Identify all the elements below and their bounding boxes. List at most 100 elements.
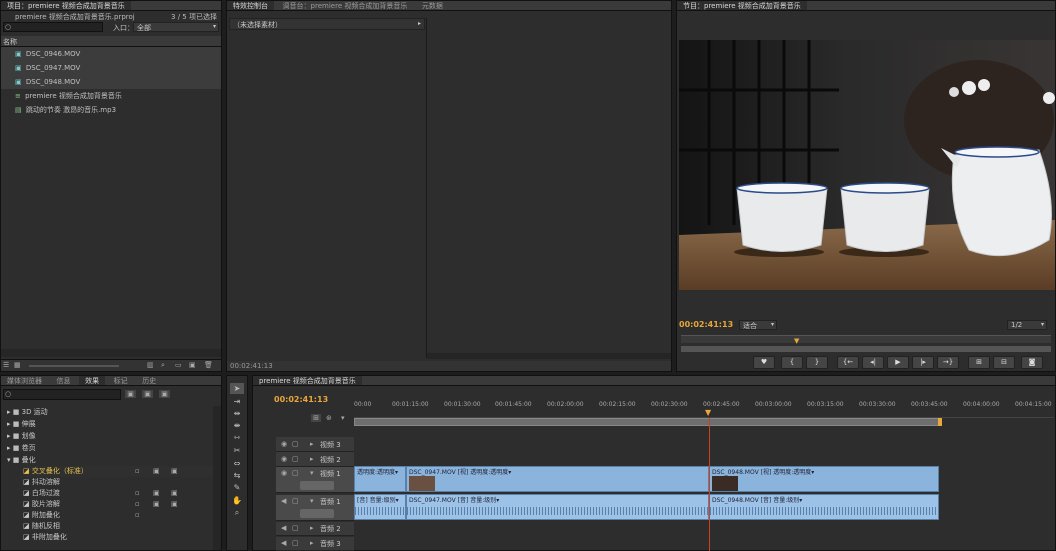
list-item[interactable]: ▣ DSC_0947.MOV [1,61,221,75]
effect-item[interactable]: ◪ 交叉叠化（标准） [23,466,221,477]
resolution-dropdown[interactable]: 1/2 ▾ [1007,320,1047,330]
lock-icon[interactable]: ▢ [292,455,299,463]
video-clip[interactable]: DSC_0947.MOV [视] 透明度:透明度▾ [406,466,709,492]
selection-tool-icon[interactable]: ➤ [230,383,244,394]
list-item[interactable]: ≡ premiere 视频合成加背景音乐 [1,89,221,103]
trash-icon[interactable]: 🗑 [204,361,213,369]
track-header-a3[interactable]: ◀ ▢ ▸ 音频 3 [276,537,354,551]
automate-icon[interactable]: ▥ [147,361,154,369]
timeline-ruler[interactable]: 00:00 00:01:15:00 00:01:30:00 00:01:45:0… [354,398,1054,418]
lock-icon[interactable]: ▢ [292,440,299,448]
lock-icon[interactable]: ▢ [292,469,299,477]
folder-stretch[interactable]: ▸ ■ 伸展 [7,419,36,430]
tab-markers[interactable]: 标记 [108,376,134,385]
lock-icon[interactable]: ▢ [292,497,299,505]
fit-dropdown[interactable]: 适合 ▾ [739,320,777,330]
effect-item[interactable]: ◪ 非附加叠化 [23,532,67,543]
track-header-v2[interactable]: ◉ ▢ ▸ 视频 2 [276,452,354,467]
work-area-end-handle[interactable] [938,418,942,426]
tab-history[interactable]: 历史 [136,376,162,385]
effects-search-input[interactable]: ○ [3,389,121,400]
playhead-line[interactable] [709,418,710,551]
zoom-tool-icon[interactable]: ⌕ [230,507,244,518]
step-back-button[interactable]: ◂| [862,356,884,369]
new-item-icon[interactable]: ▣ [189,361,196,369]
add-marker-button[interactable]: ♥ [753,356,775,369]
eye-icon[interactable]: ◉ [281,440,287,448]
list-item[interactable]: ▣ DSC_0948.MOV [1,75,221,89]
chevron-right-icon[interactable]: ▸ [310,455,314,463]
play-button[interactable]: ▶ [887,356,909,369]
eye-icon[interactable]: ◉ [281,455,287,463]
lift-button[interactable]: ⊞ [968,356,990,369]
entry-dropdown[interactable]: 全部 ▾ [133,22,219,32]
zoom-bar[interactable] [681,346,1051,352]
track-header-v1[interactable]: ◉ ▢ ▾ 视频 1 [276,467,354,493]
audio-clip[interactable]: DSC_0947.MOV [音] 音量:级别▾ [406,494,709,520]
folder-page-peel[interactable]: ▸ ■ 卷页 [7,443,36,454]
tab-audio-mixer[interactable]: 调音台：premiere 视频合成加背景音乐 [277,1,414,10]
tab-effects[interactable]: 效果 [79,376,106,385]
tab-info[interactable]: 信息 [51,376,77,385]
audio-clip[interactable]: [音] 音量:级别▾ [354,494,406,520]
accelerated-effects-icon[interactable]: ▣ [125,390,136,398]
folder-wipe[interactable]: ▸ ■ 划像 [7,431,36,442]
yuv-effects-icon[interactable]: ▣ [159,390,170,398]
ripple-edit-tool-icon[interactable]: ⇹ [230,408,244,419]
effects-scrollbar[interactable] [213,406,221,550]
zoom-slider[interactable] [29,365,119,367]
video-clip[interactable]: DSC_0948.MOV [视] 透明度:透明度▾ [709,466,939,492]
linked-selection-icon[interactable]: ⊛ [326,414,332,422]
playhead-marker-icon[interactable]: ▼ [794,337,799,345]
program-time-ruler[interactable] [681,335,1051,343]
hand-tool-icon[interactable]: ✋ [230,495,244,506]
lock-icon[interactable]: ▢ [292,539,299,547]
pen-tool-icon[interactable]: ✎ [230,482,244,493]
tab-media-browser[interactable]: 媒体浏览器 [1,376,48,385]
rate-stretch-tool-icon[interactable]: ⇿ [230,432,244,443]
track-header-a1[interactable]: ◀ ▢ ▾ 音频 1 [276,495,354,521]
effect-item[interactable]: ◪ 胶片溶解 [23,499,60,510]
speaker-icon[interactable]: ◀ [281,524,286,532]
snap-icon[interactable]: ⊞ [311,414,321,422]
project-search-input[interactable]: ○ [3,22,103,32]
track-header-a2[interactable]: ◀ ▢ ▸ 音频 2 [276,522,354,536]
keyframe-control[interactable] [300,481,334,490]
tab-project[interactable]: 项目：premiere 视频合成加背景音乐 [1,1,131,10]
effect-item[interactable]: ◪ 抖动溶解 [23,477,60,488]
chevron-right-icon[interactable]: ▸ [310,524,314,532]
razor-tool-icon[interactable]: ✂ [230,445,244,456]
mark-out-button[interactable]: } [806,356,828,369]
rolling-edit-tool-icon[interactable]: ⇼ [230,420,244,431]
extract-button[interactable]: ⊟ [993,356,1015,369]
slip-tool-icon[interactable]: ⇔ [230,458,244,469]
project-scrollbar[interactable] [1,349,221,357]
tab-sequence[interactable]: premiere 视频合成加背景音乐 [253,376,362,385]
tab-effect-controls[interactable]: 特效控制台 [227,1,274,10]
track-header-v3[interactable]: ◉ ▢ ▸ 视频 3 [276,437,354,452]
find-icon[interactable]: ⌕ [161,361,165,370]
tab-program[interactable]: 节目：premiere 视频合成加背景音乐 [677,1,807,10]
playhead-icon[interactable]: ▼ [705,408,711,417]
add-marker-icon[interactable]: ▾ [341,414,345,422]
track-select-tool-icon[interactable]: ⇥ [230,396,244,407]
new-bin-icon[interactable]: ▭ [175,361,182,369]
slide-tool-icon[interactable]: ⇆ [230,470,244,481]
chevron-right-icon[interactable]: ▸ [310,539,314,547]
chevron-down-icon[interactable]: ▾ [310,469,314,477]
chevron-down-icon[interactable]: ▾ [310,497,314,505]
export-frame-button[interactable]: ◙ [1021,356,1043,369]
audio-clip[interactable]: DSC_0948.MOV [音] 音量:级别▾ [709,494,939,520]
effect-item[interactable]: ◪ 白场过渡 [23,488,60,499]
lock-icon[interactable]: ▢ [292,524,299,532]
effect-item[interactable]: ◪ 附加叠化 [23,510,60,521]
folder-dissolve[interactable]: ▾ ■ 叠化 [7,455,36,466]
32bit-effects-icon[interactable]: ▣ [142,390,153,398]
list-item[interactable]: ▤ 跳动的节奏 激昂的音乐.mp3 [1,103,221,117]
eye-icon[interactable]: ◉ [281,469,287,477]
timeline-timecode[interactable]: 00:02:41:13 [274,395,328,404]
project-column-header[interactable]: 名称 [1,36,221,47]
folder-3d-motion[interactable]: ▸ ■ 3D 运动 [7,407,48,418]
chevron-right-icon[interactable]: ▸ [310,440,314,448]
step-forward-button[interactable]: |▸ [912,356,934,369]
